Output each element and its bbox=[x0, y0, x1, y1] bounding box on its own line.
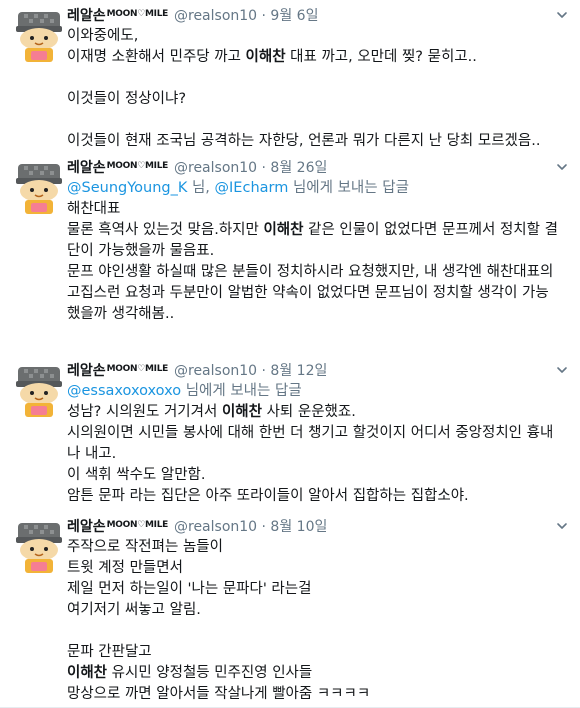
display-name[interactable]: 레알손 bbox=[67, 519, 106, 535]
tweet-body: 레알손MOON♡MILE @realson10 · 8월 26일 @SeungYou… bbox=[67, 158, 566, 325]
tweet-text-line: 이것들이 현재 조국님 공격하는 자한당, 언론과 뭐가 다른지 난 당최 모르… bbox=[67, 131, 566, 152]
tweet-text: 성남? 시의원도 거기겨서 이해찬 사퇴 운운했죠. 시의원이면 시민들 봉사에 … bbox=[67, 402, 566, 507]
tweet-text-line: 망상으로 까면 알아서들 작살나게 빨아줌 ㅋㅋㅋㅋ bbox=[67, 684, 566, 705]
handle-date[interactable]: @realson10 · 9월 6일 bbox=[174, 8, 318, 24]
tweet-text-line: 시의원이면 시민들 봉사에 대해 한번 더 챙기고 할것이지 어디서 중앙정치인… bbox=[67, 423, 566, 444]
display-name[interactable]: 레알손 bbox=[67, 8, 106, 24]
tweet[interactable]: 레알손MOON♡MILE @realson10 · 8월 10일주작으로 작전펴는… bbox=[0, 511, 580, 708]
tweet-body: 레알손MOON♡MILE @realson10 · 8월 10일주작으로 작전펴는… bbox=[67, 517, 566, 705]
display-name[interactable]: 레알손 bbox=[67, 363, 106, 379]
tweet-text-line: 암튼 문파 라는 집단은 아주 또라이들이 알아서 집합하는 집합소야. bbox=[67, 486, 566, 507]
tweet-text: 해찬대표물론 흑역사 있는것 맞음.하지만 이해찬 같은 인물이 없었다면 문프… bbox=[67, 199, 566, 325]
tweet-text-line: 성남? 시의원도 거기겨서 이해찬 사퇴 운운했죠. bbox=[67, 402, 566, 423]
text-segment: 제일 먼저 하는일이 '나는 문파다' 라는걸 bbox=[67, 581, 312, 597]
text-segment: 나 내고. bbox=[67, 446, 117, 462]
text-segment: 성남? 시의원도 거기겨서 bbox=[67, 404, 222, 420]
tweet-text-line: 트윗 계정 만들면서 bbox=[67, 558, 566, 579]
chevron-down-icon[interactable] bbox=[556, 517, 568, 529]
name-badge: MOON♡MILE bbox=[106, 364, 169, 374]
tweet-text-line: 이재명 소환해서 민주당 까고 이해찬 대표 까고, 오만데 찢? 묻히고.. bbox=[67, 47, 566, 68]
avatar[interactable] bbox=[14, 365, 64, 419]
chevron-down-icon[interactable] bbox=[556, 6, 568, 18]
handle-date[interactable]: @realson10 · 8월 26일 bbox=[174, 160, 327, 176]
text-segment: 주작으로 작전펴는 놈들이 bbox=[67, 539, 223, 555]
reply-separator: 님, bbox=[187, 180, 215, 196]
text-segment: 대표 까고, 오만데 찢? 묻히고.. bbox=[285, 49, 477, 65]
text-segment: 해찬대표 bbox=[67, 201, 121, 217]
tweet-text-line: 이것들이 정상이냐? bbox=[67, 89, 566, 110]
name-badge: MOON♡MILE bbox=[106, 520, 169, 530]
text-segment: 같은 인물이 없었다면 문프께서 정치할 결 bbox=[303, 222, 558, 238]
tweet-text-line: 문파 간판달고 bbox=[67, 642, 566, 663]
text-segment: 이와중에도, bbox=[67, 28, 139, 44]
tweet-text-line: 제일 먼저 하는일이 '나는 문파다' 라는걸 bbox=[67, 579, 566, 600]
mention-link[interactable]: @SeungYoung_K bbox=[67, 180, 187, 196]
text-segment: 망상으로 까면 알아서들 작살나게 빨아줌 ㅋㅋㅋㅋ bbox=[67, 686, 371, 702]
tweet-header: 레알손MOON♡MILE @realson10 · 8월 10일 bbox=[67, 517, 566, 537]
text-segment: 이것들이 정상이냐? bbox=[67, 91, 187, 107]
chevron-down-icon[interactable] bbox=[556, 361, 568, 373]
text-segment: 이 색휘 싹수도 알만함. bbox=[67, 467, 206, 483]
tweet[interactable]: 레알손MOON♡MILE @realson10 · 8월 12일 @essaxoxo… bbox=[0, 355, 580, 512]
text-segment: 문파 간판달고 bbox=[67, 644, 152, 660]
tweet-text-line bbox=[67, 621, 566, 642]
mention-link[interactable]: @IEcharm bbox=[215, 180, 289, 196]
reply-context: @essaxoxoxoxo 님에게 보내는 답글 bbox=[67, 381, 566, 402]
avatar[interactable] bbox=[14, 521, 64, 575]
text-segment: 했을까 생각해봄.. bbox=[67, 306, 175, 322]
display-name[interactable]: 레알손 bbox=[67, 160, 106, 176]
tweet-body: 레알손MOON♡MILE @realson10 · 9월 6일이와중에도, 이재명 … bbox=[67, 6, 566, 152]
tweet-text-line: 했을까 생각해봄.. bbox=[67, 304, 566, 325]
tweet-text: 이와중에도, 이재명 소환해서 민주당 까고 이해찬 대표 까고, 오만데 찢? … bbox=[67, 26, 566, 152]
text-segment: 고집스런 요청과 두분만이 알법한 약속이 없었다면 문프님이 정치할 생각이 … bbox=[67, 285, 549, 301]
handle-date[interactable]: @realson10 · 8월 10일 bbox=[174, 519, 327, 535]
avatar[interactable] bbox=[14, 162, 64, 216]
avatar[interactable] bbox=[14, 10, 64, 64]
text-segment: 이재명 소환해서 민주당 까고 bbox=[67, 49, 246, 65]
name-badge: MOON♡MILE bbox=[106, 161, 169, 171]
reply-suffix: 님에게 보내는 답글 bbox=[288, 180, 409, 196]
tweet[interactable]: 레알손MOON♡MILE @realson10 · 9월 6일이와중에도, 이재명 … bbox=[0, 0, 580, 153]
tweet-body: 레알손MOON♡MILE @realson10 · 8월 12일 @essaxoxo… bbox=[67, 361, 566, 507]
tweet-header: 레알손MOON♡MILE @realson10 · 8월 12일 bbox=[67, 361, 566, 381]
tweet-text-line: 고집스런 요청과 두분만이 알법한 약속이 없었다면 문프님이 정치할 생각이 … bbox=[67, 283, 566, 304]
highlighted-name: 이해찬 bbox=[221, 404, 262, 420]
handle-date[interactable]: @realson10 · 8월 12일 bbox=[174, 363, 327, 379]
text-segment: 암튼 문파 라는 집단은 아주 또라이들이 알아서 집합하는 집합소야. bbox=[67, 488, 469, 504]
tweet-text-line: 나 내고. bbox=[67, 444, 566, 465]
chevron-down-icon[interactable] bbox=[556, 158, 568, 170]
tweet-text-line: 물론 흑역사 있는것 맞음.하지만 이해찬 같은 인물이 없었다면 문프께서 정… bbox=[67, 220, 566, 241]
tweet-text-line: 해찬대표 bbox=[67, 199, 566, 220]
tweet-text-line: 단이 가능했을까 물음표. bbox=[67, 241, 566, 262]
tweet-text-line: 주작으로 작전펴는 놈들이 bbox=[67, 537, 566, 558]
tweet-text-line: 이해찬 유시민 양정철등 민주진영 인사들 bbox=[67, 663, 566, 684]
tweet-text-line: 문프 야인생활 하실때 많은 분들이 정치하시라 요청했지만, 내 생각엔 해찬… bbox=[67, 262, 566, 283]
tweet-text-line bbox=[67, 68, 566, 89]
tweet-header: 레알손MOON♡MILE @realson10 · 9월 6일 bbox=[67, 6, 566, 26]
text-segment: 시의원이면 시민들 봉사에 대해 한번 더 챙기고 할것이지 어디서 중앙정치인… bbox=[67, 425, 554, 441]
text-segment: 유시민 양정철등 민주진영 인사들 bbox=[107, 665, 313, 681]
tweet-text-line: 이와중에도, bbox=[67, 26, 566, 47]
text-segment: 단이 가능했을까 물음표. bbox=[67, 243, 215, 259]
tweet-text: 주작으로 작전펴는 놈들이트윗 계정 만들면서제일 먼저 하는일이 '나는 문파… bbox=[67, 537, 566, 705]
reply-context: @SeungYoung_K 님, @IEcharm 님에게 보내는 답글 bbox=[67, 178, 566, 199]
name-badge: MOON♡MILE bbox=[106, 9, 169, 19]
text-segment: 이것들이 현재 조국님 공격하는 자한당, 언론과 뭐가 다른지 난 당최 모르… bbox=[67, 133, 541, 149]
text-segment: 사퇴 운운했죠. bbox=[261, 404, 356, 420]
tweet[interactable]: 레알손MOON♡MILE @realson10 · 8월 26일 @SeungYou… bbox=[0, 152, 580, 356]
highlighted-name: 이해찬 bbox=[245, 49, 286, 65]
text-segment: 트윗 계정 만들면서 bbox=[67, 560, 183, 576]
highlighted-name: 이해찬 bbox=[263, 222, 304, 238]
highlighted-name: 이해찬 bbox=[67, 665, 108, 681]
tweet-header: 레알손MOON♡MILE @realson10 · 8월 26일 bbox=[67, 158, 566, 178]
tweet-text-line: 이 색휘 싹수도 알만함. bbox=[67, 465, 566, 486]
text-segment: 여기저기 써놓고 알림. bbox=[67, 602, 201, 618]
reply-suffix: 님에게 보내는 답글 bbox=[181, 383, 302, 399]
tweet-text-line bbox=[67, 110, 566, 131]
tweet-text-line: 여기저기 써놓고 알림. bbox=[67, 600, 566, 621]
text-segment: 문프 야인생활 하실때 많은 분들이 정치하시라 요청했지만, 내 생각엔 해찬… bbox=[67, 264, 554, 280]
mention-link[interactable]: @essaxoxoxoxo bbox=[67, 383, 181, 399]
text-segment: 물론 흑역사 있는것 맞음.하지만 bbox=[67, 222, 264, 238]
